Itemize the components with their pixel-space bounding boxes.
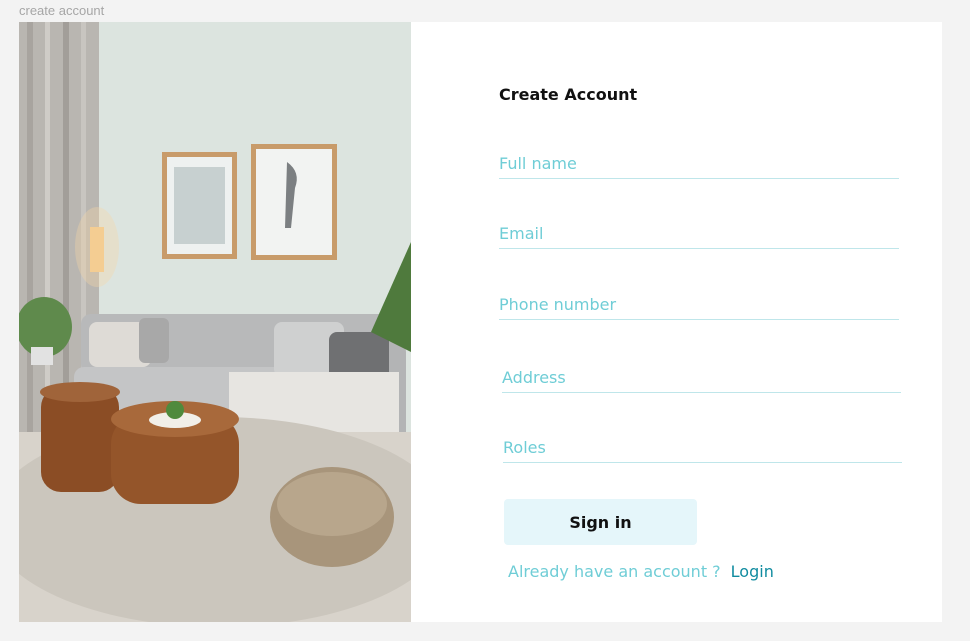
phone-number-input[interactable] bbox=[499, 289, 899, 319]
roles-input[interactable] bbox=[503, 432, 902, 462]
create-account-card: Create Account Sign in Already have an a… bbox=[19, 22, 942, 622]
roles-field bbox=[503, 432, 902, 463]
living-room-photo bbox=[19, 22, 411, 622]
full-name-input[interactable] bbox=[499, 148, 899, 178]
login-prompt: Already have an account ? Login bbox=[508, 562, 774, 581]
phone-field bbox=[499, 289, 899, 320]
email-field bbox=[499, 218, 899, 249]
signup-form: Create Account Sign in Already have an a… bbox=[499, 22, 919, 622]
login-link[interactable]: Login bbox=[731, 562, 774, 581]
address-field bbox=[502, 362, 901, 393]
frame-label: create account bbox=[19, 3, 105, 18]
form-title: Create Account bbox=[499, 85, 638, 104]
email-input[interactable] bbox=[499, 218, 899, 248]
sign-in-button[interactable]: Sign in bbox=[504, 499, 697, 545]
already-have-account-text: Already have an account ? bbox=[508, 562, 721, 581]
address-input[interactable] bbox=[502, 362, 901, 392]
full-name-field bbox=[499, 148, 899, 179]
